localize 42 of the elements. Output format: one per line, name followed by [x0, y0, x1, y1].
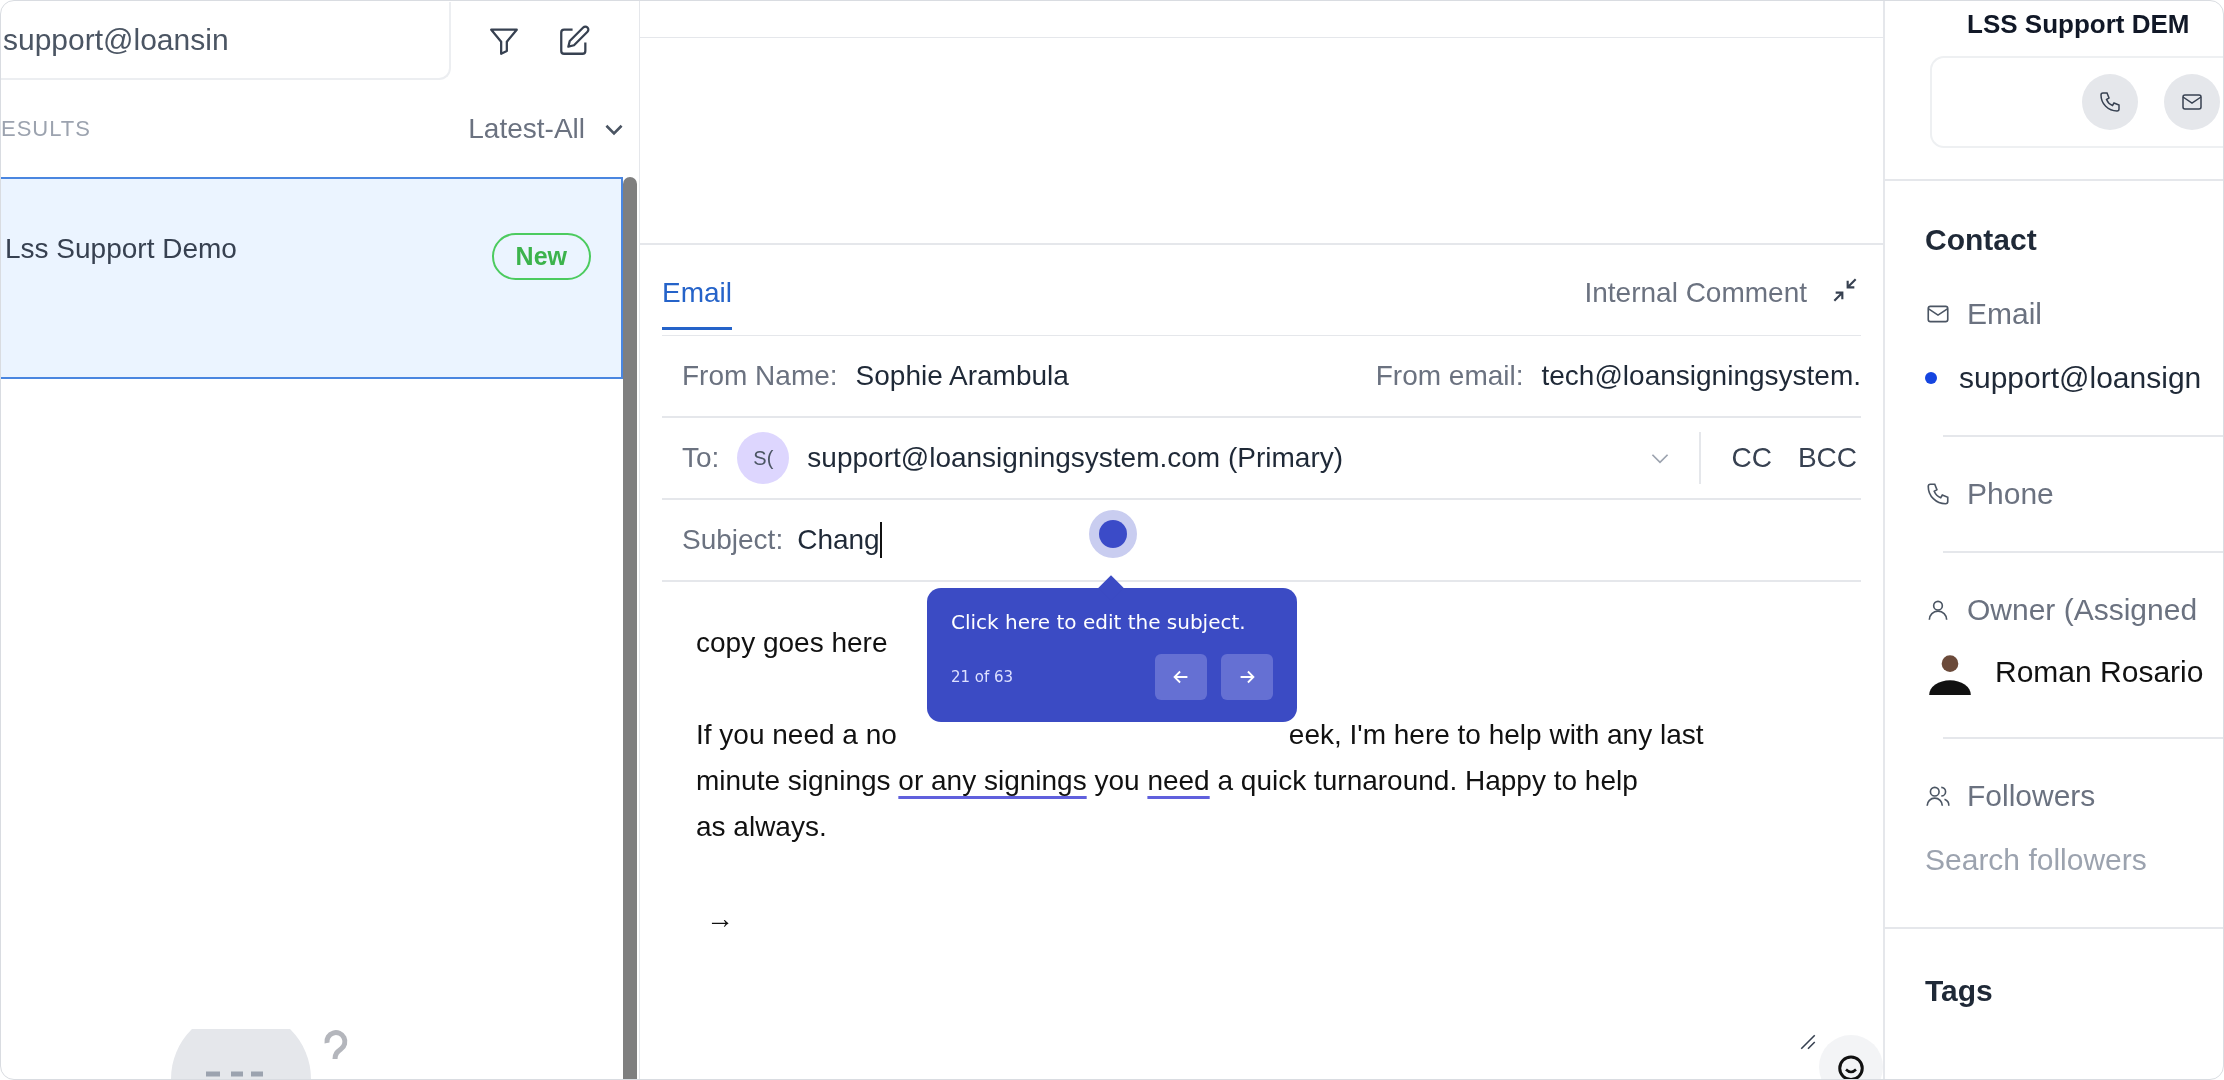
email-body-text: copy goes here — [696, 626, 888, 660]
resize-handle-icon[interactable] — [1799, 1033, 1817, 1051]
from-email-value: tech@loansigningsystem. — [1541, 360, 1861, 392]
cc-button[interactable]: CC — [1727, 438, 1776, 478]
email-value[interactable]: support@loansign — [1959, 361, 2202, 395]
status-badge: New — [491, 233, 591, 280]
call-button[interactable] — [2082, 74, 2138, 130]
search-field[interactable]: support@loansin — [1, 2, 451, 80]
field-label: Phone — [1967, 477, 2054, 511]
recipient-value[interactable]: support@loansigningsystem.com (Primary) — [807, 442, 1344, 474]
from-name-value: Sophie Arambula — [855, 360, 1069, 392]
email-body-paragraph: If you need a no eek, I'm here to help with any last minute signings or any signings you need a quick turnaround. Happy to help as always. — [696, 718, 1704, 844]
section-heading: Contact — [1925, 223, 2038, 257]
tab[interactable]: Internal Comment — [1584, 250, 1807, 330]
sort-dropdown[interactable]: Latest-All — [468, 113, 627, 145]
contact-name: Lss Support Demo — [5, 233, 237, 265]
tab[interactable]: Email — [662, 250, 732, 330]
edit-icon[interactable] — [557, 24, 591, 58]
field-label: To: — [682, 442, 720, 474]
section-heading: Tags — [1885, 927, 2223, 1008]
step-counter: 21 of 63 — [951, 668, 1014, 686]
contact-title: LSS Support DEM — [1966, 9, 2191, 40]
email-button[interactable] — [2164, 74, 2220, 130]
bcc-button[interactable]: BCC — [1793, 438, 1861, 478]
scrollbar[interactable] — [623, 177, 637, 1079]
owner-name: Roman Rosario — [1995, 655, 2204, 689]
arrow-text: → — [706, 902, 734, 936]
phone-icon — [2098, 90, 2122, 114]
conversation-item[interactable]: Lss Support Demo New — [1, 177, 623, 379]
field-label: Followers — [1967, 779, 2096, 813]
field-label: Email — [1967, 297, 2042, 331]
recipient-avatar: S( — [737, 432, 790, 484]
subject-field[interactable]: Chang — [797, 524, 880, 556]
field-label: Owner (Assigned — [1967, 593, 2198, 627]
text-cursor — [879, 522, 882, 558]
primary-dot — [1925, 372, 1937, 384]
field-label: From email: — [1375, 360, 1524, 392]
field-label: From Name: — [682, 360, 838, 392]
tooltip-text: Click here to edit the subject. — [951, 610, 1247, 634]
results-label: ESULTS — [1, 116, 91, 142]
phone-icon — [1925, 481, 1951, 507]
field-label: Subject: — [682, 524, 784, 556]
